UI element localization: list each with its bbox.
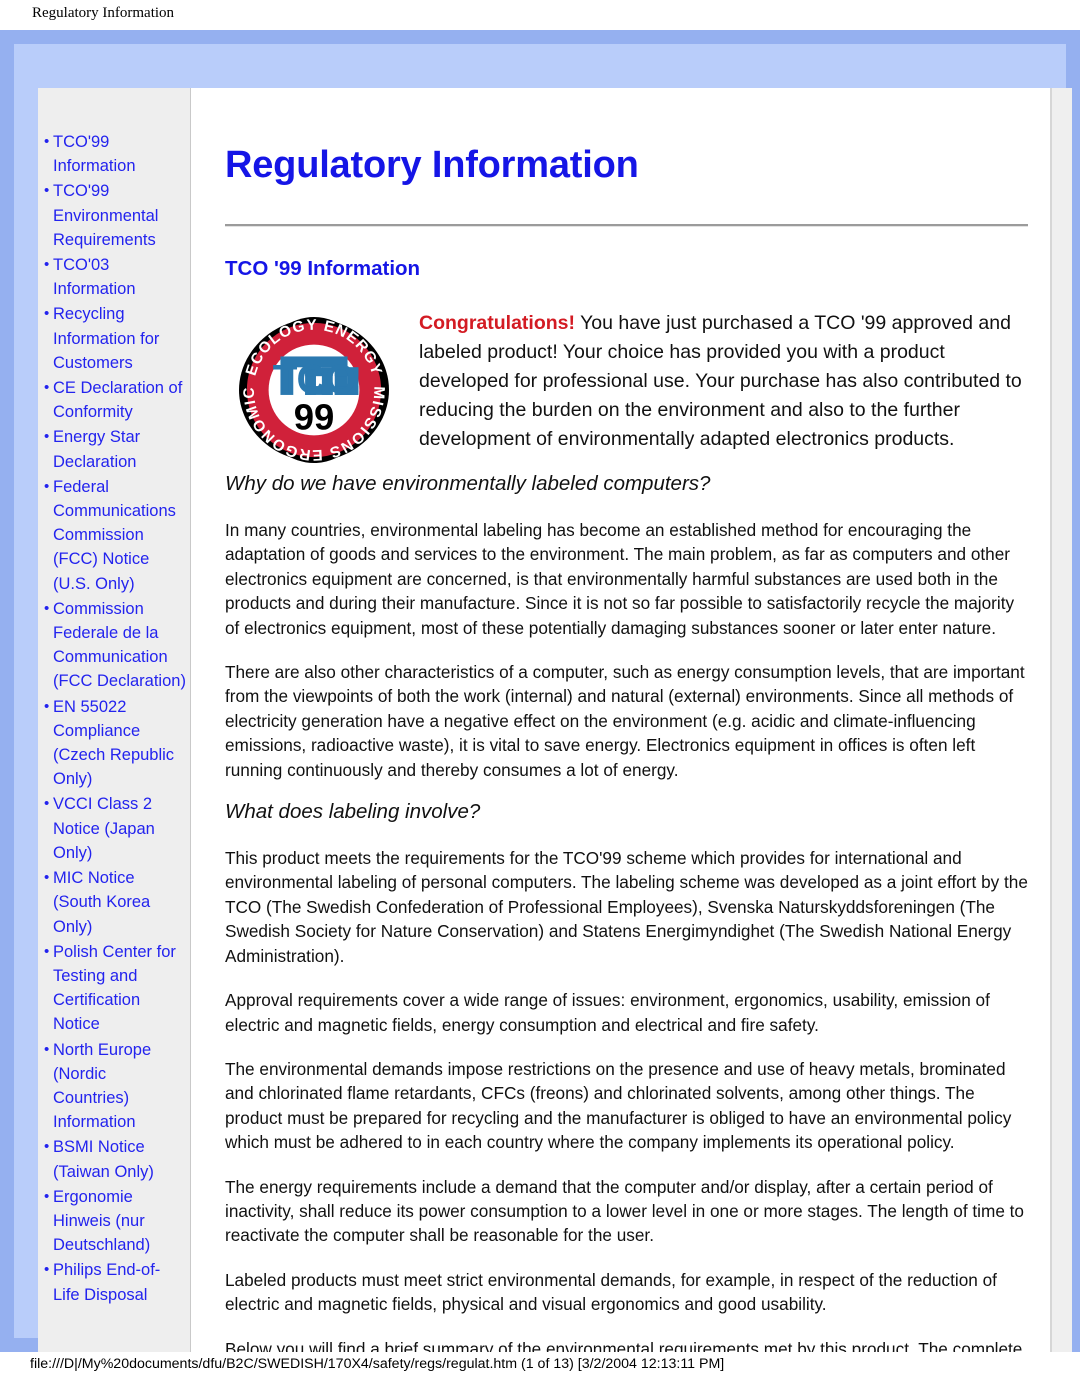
- sidebar-item-commission-federale-fcc-declaration[interactable]: Commission Federale de la Communication …: [44, 597, 186, 694]
- paragraph-3: This product meets the requirements for …: [225, 848, 1028, 966]
- sidebar-item-recycling-information[interactable]: Recycling Information for Customers: [44, 302, 186, 375]
- document-viewport: TCO'99 Information TCO'99 Environmental …: [38, 88, 1072, 1352]
- main-content: Regulatory Information TCO '99 Informati…: [191, 88, 1050, 1352]
- paragraph-6: The energy requirements include a demand…: [225, 1176, 1024, 1246]
- sidebar-list-item: TCO'99 Environmental Requirements: [44, 179, 186, 252]
- sidebar-list-item: EN 55022 Compliance (Czech Republic Only…: [44, 695, 186, 792]
- sidebar-list-item: Recycling Information for Customers: [44, 302, 186, 375]
- svg-text:TCO: TCO: [273, 356, 355, 402]
- paragraph-4: Approval requirements cover a wide range…: [225, 990, 990, 1035]
- sidebar-list-item: CE Declaration of Conformity: [44, 376, 186, 424]
- sidebar-list-item: TCO'99 Information: [44, 130, 186, 178]
- sidebar-item-bsmi-notice[interactable]: BSMI Notice (Taiwan Only): [44, 1135, 186, 1183]
- horizontal-divider: [225, 224, 1028, 227]
- paragraph-1: In many countries, environmental labelin…: [225, 520, 1015, 638]
- sidebar-list-item: Commission Federale de la Communication …: [44, 597, 186, 694]
- sidebar-item-energy-star-declaration[interactable]: Energy Star Declaration: [44, 425, 186, 473]
- subheading-why-labeled-computers: Why do we have environmentally labeled c…: [225, 472, 711, 495]
- sidebar-item-mic-notice[interactable]: MIC Notice (South Korea Only): [44, 866, 186, 939]
- congratulations-lead: Congratulations!: [419, 312, 575, 334]
- intro-block: ECOLOGY ENERGY EMISSIONS ERGONOMICS: [225, 309, 1028, 463]
- print-header-title: Regulatory Information: [32, 5, 175, 21]
- paragraph-7: Labeled products must meet strict enviro…: [225, 1269, 997, 1315]
- vertical-scrollbar[interactable]: [1050, 88, 1072, 1352]
- sidebar-list-item: Ergonomie Hinweis (nur Deutschland): [44, 1185, 186, 1258]
- sidebar-list-item: TCO'03 Information: [44, 253, 186, 301]
- sidebar-item-tco99-information[interactable]: TCO'99 Information: [44, 130, 186, 178]
- sidebar-list-item: MIC Notice (South Korea Only): [44, 866, 186, 939]
- sidebar-list-item: Polish Center for Testing and Certificat…: [44, 940, 186, 1037]
- sidebar-item-north-europe-information[interactable]: North Europe (Nordic Countries) Informat…: [44, 1038, 186, 1135]
- window-frame-inner-border: TCO'99 Information TCO'99 Environmental …: [14, 44, 1072, 1352]
- sidebar-list-item: North Europe (Nordic Countries) Informat…: [44, 1038, 186, 1135]
- page-title: Regulatory Information: [225, 144, 639, 186]
- sidebar-item-fcc-notice[interactable]: Federal Communications Commission (FCC) …: [44, 475, 186, 596]
- sidebar-item-tco03-information[interactable]: TCO'03 Information: [44, 253, 186, 301]
- svg-text:99: 99: [294, 396, 335, 437]
- document-body: TCO'99 Information TCO'99 Environmental …: [38, 88, 1050, 1352]
- sidebar-item-philips-end-of-life-disposal[interactable]: Philips End-of-Life Disposal: [44, 1258, 186, 1306]
- sidebar-list-item: Philips End-of-Life Disposal: [44, 1258, 186, 1306]
- sidebar-item-ergonomie-hinweis[interactable]: Ergonomie Hinweis (nur Deutschland): [44, 1185, 186, 1258]
- section-title: TCO '99 Information: [225, 257, 421, 280]
- sidebar-list-item: Federal Communications Commission (FCC) …: [44, 475, 186, 596]
- paragraph-8: Below you will find a brief summary of t…: [225, 1338, 1023, 1352]
- paragraph-5: The environmental demands impose restric…: [225, 1058, 1012, 1153]
- sidebar-list-item: Energy Star Declaration: [44, 425, 186, 473]
- sidebar-item-polish-center-notice[interactable]: Polish Center for Testing and Certificat…: [44, 940, 186, 1037]
- sidebar-list-item: BSMI Notice (Taiwan Only): [44, 1135, 186, 1183]
- browser-print-page: Regulatory Information TCO'99 Informatio…: [0, 0, 1080, 1397]
- sidebar-item-vcci-class-2-notice[interactable]: VCCI Class 2 Notice (Japan Only): [44, 792, 186, 865]
- sidebar-item-ce-declaration-of-conformity[interactable]: CE Declaration of Conformity: [44, 376, 186, 424]
- sidebar-list-item: VCCI Class 2 Notice (Japan Only): [44, 792, 186, 865]
- sidebar-item-en-55022-compliance[interactable]: EN 55022 Compliance (Czech Republic Only…: [44, 695, 186, 792]
- sidebar-navigation: TCO'99 Information TCO'99 Environmental …: [38, 88, 191, 1352]
- window-frame: TCO'99 Information TCO'99 Environmental …: [0, 30, 1080, 1352]
- subheading-what-does-labeling-involve: What does labeling involve?: [225, 800, 481, 824]
- tco-99-certification-logo-icon: ECOLOGY ENERGY EMISSIONS ERGONOMICS: [235, 315, 393, 465]
- print-footer-url: file:///D|/My%20documents/dfu/B2C/SWEDIS…: [30, 1356, 725, 1372]
- sidebar-link-list: TCO'99 Information TCO'99 Environmental …: [44, 130, 186, 1307]
- paragraph-2: There are also other characteristics of …: [225, 662, 1025, 780]
- sidebar-item-tco99-environmental-requirements[interactable]: TCO'99 Environmental Requirements: [44, 179, 186, 252]
